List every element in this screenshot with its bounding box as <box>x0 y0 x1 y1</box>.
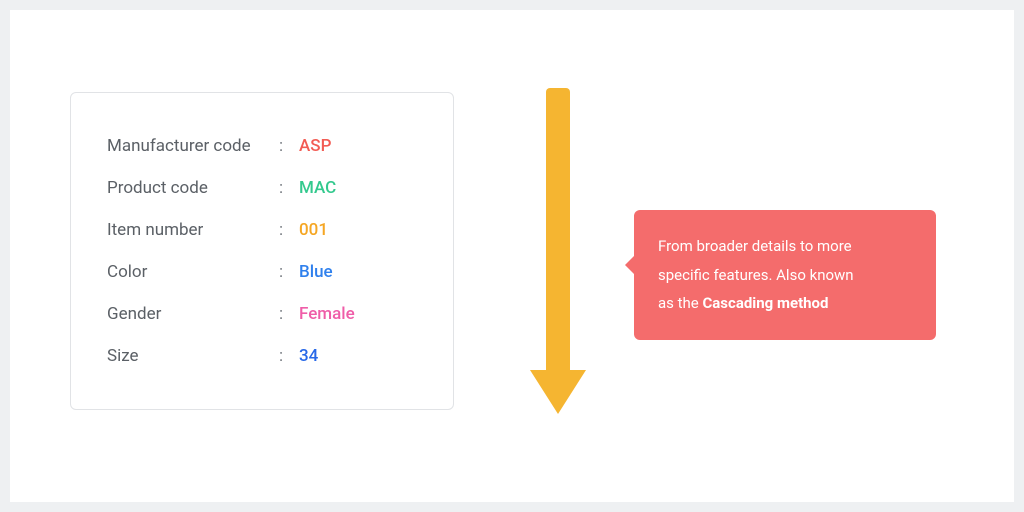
attr-row: Size : 34 <box>107 335 417 377</box>
colon: : <box>279 220 299 240</box>
attr-label: Size <box>107 346 279 366</box>
attr-label: Product code <box>107 178 279 198</box>
attr-label: Color <box>107 262 279 282</box>
attr-label: Gender <box>107 304 279 324</box>
callout-line: specific features. Also known <box>658 266 854 284</box>
diagram-card: Manufacturer code : ASP Product code : M… <box>10 10 1014 502</box>
attr-row: Color : Blue <box>107 251 417 293</box>
attr-label: Item number <box>107 220 279 240</box>
colon: : <box>279 136 299 156</box>
colon: : <box>279 262 299 282</box>
callout-text: From broader details to more specific fe… <box>658 232 912 318</box>
attr-value: 34 <box>299 346 318 366</box>
attr-value: MAC <box>299 178 336 198</box>
colon: : <box>279 304 299 324</box>
attr-label: Manufacturer code <box>107 136 279 156</box>
colon: : <box>279 178 299 198</box>
callout-line: From broader details to more <box>658 237 852 255</box>
attr-value: ASP <box>299 136 331 156</box>
attr-value: Blue <box>299 262 333 282</box>
attr-value: Female <box>299 304 355 324</box>
colon: : <box>279 346 299 366</box>
attr-row: Manufacturer code : ASP <box>107 125 417 167</box>
down-arrow-icon <box>528 88 588 414</box>
callout-bold: Cascading method <box>702 294 828 312</box>
callout-box: From broader details to more specific fe… <box>634 210 936 340</box>
attr-row: Product code : MAC <box>107 167 417 209</box>
attr-row: Gender : Female <box>107 293 417 335</box>
attributes-box: Manufacturer code : ASP Product code : M… <box>70 92 454 410</box>
attr-value: 001 <box>299 220 328 240</box>
attr-row: Item number : 001 <box>107 209 417 251</box>
callout-line: as the <box>658 294 702 312</box>
